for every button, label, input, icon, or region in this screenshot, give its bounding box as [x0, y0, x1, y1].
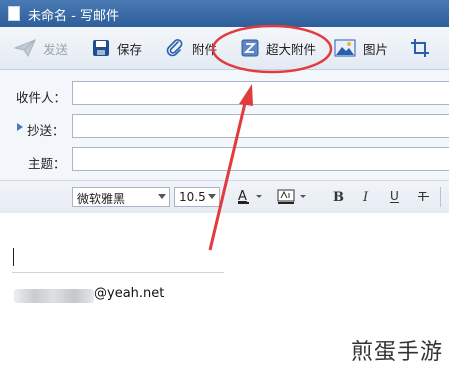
bold-button[interactable]: B — [331, 187, 345, 207]
font-size-select[interactable]: 10.5 — [174, 187, 220, 207]
to-row: 收件人： — [0, 81, 449, 108]
svg-text:U: U — [390, 189, 399, 203]
cc-input[interactable] — [72, 114, 449, 138]
strikethrough-button[interactable]: T — [417, 187, 431, 207]
screenshot-button[interactable] — [410, 27, 437, 69]
font-family-select[interactable]: 微软雅黑 — [72, 187, 170, 207]
highlight-color-button[interactable] — [276, 187, 310, 207]
document-icon — [8, 6, 20, 21]
floppy-disk-icon — [93, 40, 109, 56]
redacted-email-user — [14, 289, 94, 303]
watermark-text: 煎蛋手游 — [350, 340, 443, 365]
underline-icon: U — [390, 189, 399, 203]
format-toolbar: 微软雅黑 10.5 A B I U T — [0, 180, 449, 214]
highlight-icon — [277, 189, 306, 204]
image-button[interactable]: 图片 — [334, 27, 388, 69]
window-title: 未命名 - 写邮件 — [28, 9, 119, 24]
save-button[interactable]: 保存 — [92, 27, 142, 69]
toolbar-divider — [440, 187, 441, 207]
svg-text:I: I — [362, 190, 369, 205]
strikethrough-icon: T — [418, 190, 429, 204]
subject-label: 主题： — [28, 156, 66, 171]
italic-button[interactable]: I — [360, 187, 374, 207]
text-caret — [13, 248, 14, 266]
header-fields: 收件人： 抄送： 主题： — [0, 70, 449, 180]
compose-toolbar: 发送 保存 附件 超大附件 图片 — [0, 27, 449, 70]
signature-email: @yeah.net — [94, 286, 165, 301]
crop-icon — [411, 39, 429, 57]
send-button[interactable]: 发送 — [14, 27, 68, 69]
send-icon — [14, 39, 36, 57]
paperclip-icon — [166, 39, 183, 57]
attach-button[interactable]: 附件 — [165, 27, 217, 69]
expand-triangle-icon[interactable] — [16, 122, 24, 132]
font-color-icon: A — [238, 189, 262, 204]
subject-row: 主题： — [0, 147, 449, 174]
to-label: 收件人： — [16, 90, 67, 105]
chevron-down-icon — [208, 194, 216, 199]
chevron-down-icon — [158, 194, 166, 199]
large-attachment-button[interactable]: 超大附件 — [241, 27, 316, 69]
cc-row: 抄送： — [0, 114, 449, 141]
svg-text:B: B — [333, 190, 344, 205]
subject-input[interactable] — [72, 147, 449, 171]
font-color-button[interactable]: A — [236, 187, 266, 207]
italic-icon: I — [362, 190, 369, 205]
cc-label: 抄送： — [27, 123, 65, 138]
large-attachment-icon — [241, 39, 259, 57]
bold-icon: B — [333, 190, 344, 205]
title-bar: 未命名 - 写邮件 — [0, 0, 449, 27]
signature-divider — [12, 272, 224, 273]
underline-button[interactable]: U — [388, 187, 402, 207]
svg-text:A: A — [238, 189, 247, 204]
to-input[interactable] — [72, 81, 449, 105]
picture-icon — [334, 39, 356, 57]
